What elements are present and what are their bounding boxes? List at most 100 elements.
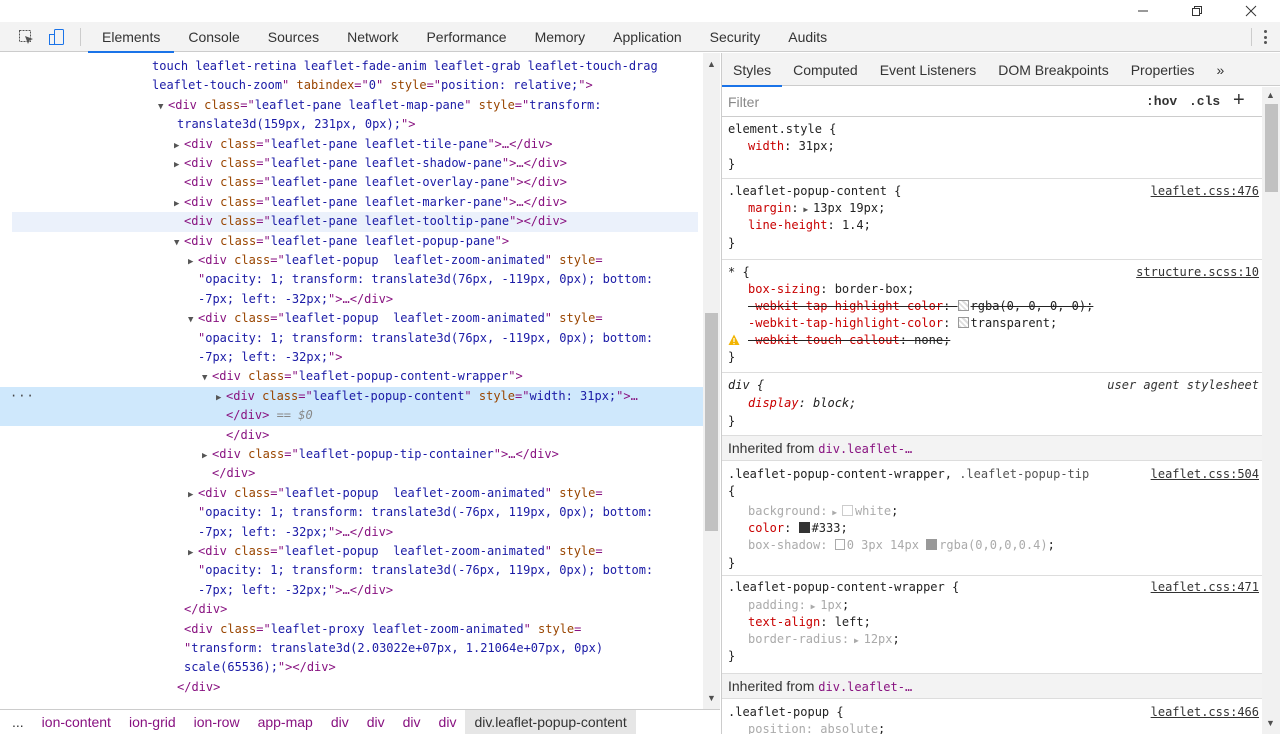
dom-node-line[interactable]: ▶ <div class="leaflet-pane leaflet-tile-p…	[0, 135, 703, 155]
dom-node-line[interactable]: "opacity: 1; transform: translate3d(76px…	[0, 270, 703, 290]
expand-triangle-icon[interactable]: ▶	[188, 486, 198, 505]
tab-application[interactable]: Application	[599, 22, 696, 52]
breadcrumb-item[interactable]: div	[358, 714, 394, 730]
expand-triangle-icon[interactable]: ▶	[174, 195, 184, 214]
style-declaration-overridden[interactable]: -webkit-tap-highlight-color: rgba(0, 0, …	[748, 298, 1093, 315]
rule-element-style[interactable]: element.style { width: 31px; }	[722, 118, 1262, 179]
dom-node-line[interactable]: translate3d(159px, 231px, 0px);">	[0, 115, 703, 135]
tab-dom-breakpoints[interactable]: DOM Breakpoints	[987, 53, 1119, 86]
dom-node-line[interactable]: ▶ <div class="leaflet-popup leaflet-zoom-…	[0, 542, 703, 562]
tab-console[interactable]: Console	[174, 22, 253, 52]
dom-node-line[interactable]: -7px; left: -32px;">	[0, 348, 703, 368]
restore-icon[interactable]	[1174, 0, 1220, 22]
dom-node-line[interactable]: "opacity: 1; transform: translate3d(-76p…	[0, 503, 703, 523]
close-icon[interactable]	[1228, 0, 1274, 22]
inherited-element-link[interactable]: div.leaflet-…	[818, 680, 912, 694]
tab-computed[interactable]: Computed	[782, 53, 869, 86]
tab-memory[interactable]: Memory	[521, 22, 600, 52]
inherited-element-link[interactable]: div.leaflet-…	[818, 442, 912, 456]
rule-universal[interactable]: * { structure.scss:10 box-sizing: border…	[722, 261, 1262, 373]
dom-node-line[interactable]: ▶ <div class="leaflet-popup leaflet-zoom-…	[0, 251, 703, 271]
rule-leaflet-popup[interactable]: .leaflet-popup { leaflet.css:466 positio…	[722, 699, 1262, 734]
tab-event-listeners[interactable]: Event Listeners	[869, 53, 988, 86]
expand-triangle-icon[interactable]: ▶	[174, 137, 184, 156]
dom-node-line[interactable]: <div class="leaflet-pane leaflet-overlay…	[0, 173, 703, 193]
tab-security[interactable]: Security	[696, 22, 775, 52]
breadcrumb-item[interactable]: div	[430, 714, 466, 730]
rule-user-agent-div[interactable]: div { user agent stylesheet display: blo…	[722, 374, 1262, 437]
source-link[interactable]: structure.scss:10	[1136, 264, 1259, 281]
style-declaration-inactive[interactable]: padding: ▶ 1px;	[748, 597, 849, 614]
scroll-up-icon[interactable]: ▲	[1266, 90, 1275, 100]
dom-node-line[interactable]: </div>	[0, 678, 703, 698]
expand-triangle-icon[interactable]: ▶	[174, 156, 184, 175]
collapse-triangle-icon[interactable]: ▼	[158, 98, 168, 117]
source-link[interactable]: leaflet.css:466	[1151, 704, 1259, 721]
expand-triangle-icon[interactable]: ▶	[216, 389, 226, 408]
dom-node-line[interactable]: "opacity: 1; transform: translate3d(76px…	[0, 329, 703, 349]
style-declaration[interactable]: color: #333;	[748, 520, 848, 537]
scroll-down-icon[interactable]: ▼	[707, 693, 716, 703]
tab-sources[interactable]: Sources	[254, 22, 333, 52]
dom-node-line[interactable]: ▼ <div class="leaflet-pane leaflet-popup-…	[0, 232, 703, 252]
source-link[interactable]: leaflet.css:504	[1151, 466, 1259, 483]
elements-scrollbar[interactable]: ▲ ▼	[703, 53, 720, 709]
dom-node-line[interactable]: </div> == $0	[0, 406, 703, 427]
rule-leaflet-popup-content[interactable]: .leaflet-popup-content { leaflet.css:476…	[722, 180, 1262, 260]
dom-node-line[interactable]: ▼ <div class="leaflet-pane leaflet-map-pa…	[0, 96, 703, 116]
cls-button[interactable]: .cls	[1189, 94, 1220, 109]
expand-triangle-icon[interactable]: ▶	[188, 253, 198, 272]
breadcrumb-item[interactable]: div	[394, 714, 430, 730]
tab-network[interactable]: Network	[333, 22, 412, 52]
style-declaration[interactable]: -webkit-tap-highlight-color: transparent…	[748, 315, 1057, 332]
breadcrumb-item[interactable]: ion-content	[33, 714, 120, 730]
styles-filter-input[interactable]	[728, 92, 1132, 112]
expand-triangle-icon[interactable]: ▶	[202, 447, 212, 466]
hov-button[interactable]: :hov	[1146, 94, 1177, 109]
style-declaration-inactive[interactable]: box-shadow: 0 3px 14px rgba(0,0,0,0.4);	[748, 537, 1055, 554]
style-declaration[interactable]: text-align: left;	[748, 614, 871, 631]
scroll-down-icon[interactable]: ▼	[1266, 718, 1275, 728]
tab-properties[interactable]: Properties	[1120, 53, 1206, 86]
scrollbar-thumb[interactable]	[705, 313, 718, 531]
breadcrumb-item[interactable]: app-map	[249, 714, 322, 730]
dom-node-line[interactable]: ▶ <div class="leaflet-pane leaflet-shadow…	[0, 154, 703, 174]
dom-node-line[interactable]: ▶ <div class="leaflet-popup leaflet-zoom-…	[0, 484, 703, 504]
dom-node-line[interactable]: ··· ▶ <div class="leaflet-popup-content" s…	[0, 386, 703, 408]
dom-node-line[interactable]: <div class="leaflet-pane leaflet-tooltip…	[12, 212, 698, 233]
more-options-icon[interactable]	[1260, 28, 1270, 46]
collapse-triangle-icon[interactable]: ▼	[188, 311, 198, 330]
scroll-up-icon[interactable]: ▲	[707, 59, 716, 69]
tab-elements[interactable]: Elements	[88, 22, 175, 53]
node-actions-icon[interactable]: ···	[10, 387, 35, 406]
style-declaration[interactable]: line-height: 1.4;	[748, 217, 871, 234]
device-toolbar-icon[interactable]	[46, 27, 68, 47]
minimize-icon[interactable]	[1120, 0, 1166, 22]
dom-node-line[interactable]: -7px; left: -32px;">…</div>	[0, 290, 703, 310]
breadcrumb-item[interactable]: ion-grid	[120, 714, 185, 730]
tab-styles[interactable]: Styles	[722, 53, 783, 87]
dom-tree[interactable]: touch leaflet-retina leaflet-fade-anim l…	[0, 53, 703, 709]
dom-node-line[interactable]: </div>	[0, 426, 703, 446]
more-tabs-button[interactable]: »	[1206, 53, 1236, 86]
rule-leaflet-popup-content-wrapper-tip[interactable]: .leaflet-popup-content-wrapper, .leaflet…	[722, 461, 1262, 576]
breadcrumb-item[interactable]: div.leaflet-popup-content	[465, 710, 636, 734]
tab-performance[interactable]: Performance	[412, 22, 520, 52]
dom-node-line[interactable]: ▶ <div class="leaflet-pane leaflet-marker…	[0, 193, 703, 213]
style-declaration[interactable]: width: 31px;	[748, 138, 835, 155]
style-declaration-inactive[interactable]: position: absolute;	[748, 721, 885, 734]
source-link[interactable]: leaflet.css:476	[1151, 183, 1259, 200]
dom-node-line[interactable]: </div>	[0, 464, 703, 484]
dom-node-line[interactable]: </div>	[0, 600, 703, 620]
style-declaration-invalid[interactable]: -webkit-touch-callout: none;	[748, 332, 950, 349]
collapse-triangle-icon[interactable]: ▼	[202, 369, 212, 388]
expand-triangle-icon[interactable]: ▶	[188, 544, 198, 563]
new-style-rule-button[interactable]: +	[1233, 89, 1245, 112]
rule-leaflet-popup-content-wrapper[interactable]: .leaflet-popup-content-wrapper { leaflet…	[722, 577, 1262, 676]
breadcrumb-overflow[interactable]: ...	[0, 714, 33, 730]
inspect-element-icon[interactable]	[15, 27, 37, 47]
scrollbar-thumb[interactable]	[1265, 104, 1278, 192]
dom-node-line[interactable]: leaflet-touch-zoom" tabindex="0" style="…	[0, 76, 703, 96]
dom-node-line[interactable]: scale(65536);"></div>	[0, 658, 703, 678]
dom-node-line[interactable]: ▼ <div class="leaflet-popup-content-wrapp…	[0, 367, 703, 387]
